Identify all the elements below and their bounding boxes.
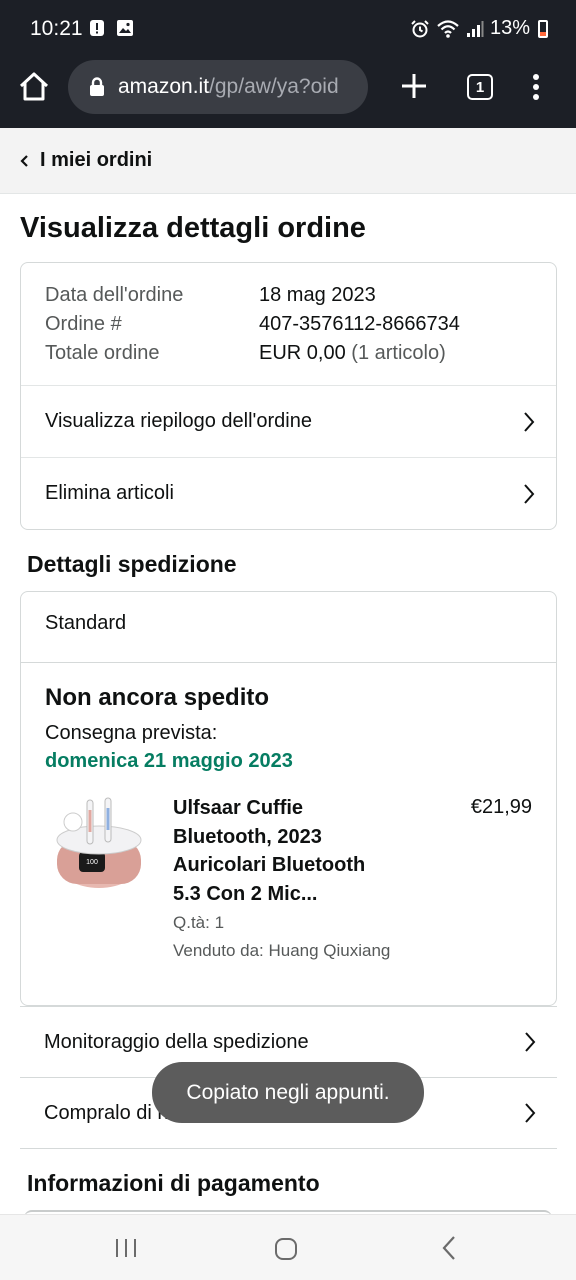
view-order-summary-link[interactable]: Visualizza riepilogo dell'ordine: [21, 385, 556, 457]
status-right: 13%: [410, 17, 548, 40]
order-info: Data dell'ordine 18 mag 2023 Ordine # 40…: [45, 283, 460, 366]
image-notification-icon: [117, 20, 133, 36]
product-quantity: Q.tà: 1: [173, 913, 225, 932]
browser-toolbar: amazon.it/gp/aw/ya?oid 1: [0, 58, 576, 120]
url-host: amazon.it: [118, 75, 210, 98]
battery-icon: [538, 19, 548, 38]
page-title: Visualizza dettagli ordine: [20, 212, 366, 244]
order-number-label: Ordine #: [45, 313, 122, 335]
view-order-summary-label: Visualizza riepilogo dell'ordine: [45, 410, 312, 432]
order-date-label: Data dell'ordine: [45, 284, 184, 306]
divider: [20, 1148, 557, 1149]
copied-toast: Copiato negli appunti.: [152, 1062, 424, 1123]
home-button[interactable]: [17, 70, 51, 104]
order-item-count: (1 articolo): [351, 342, 446, 364]
order-total-value: EUR 0,00 (1 articolo): [259, 341, 460, 366]
remove-items-label: Elimina articoli: [45, 482, 174, 504]
product-seller: Venduto da: Huang Qiuxiang: [173, 941, 391, 960]
remove-items-link[interactable]: Elimina articoli: [21, 457, 556, 529]
order-total: EUR 0,00: [259, 342, 346, 364]
delivery-estimate-date: domenica 21 maggio 2023: [45, 750, 293, 772]
chevron-left-icon: [20, 154, 28, 167]
divider: [21, 662, 556, 663]
shipping-method: Standard: [45, 612, 127, 634]
product-price: €21,99: [470, 796, 532, 818]
browser-menu-button[interactable]: [526, 72, 546, 102]
delivery-estimate-label: Consegna prevista:: [45, 722, 218, 744]
back-to-orders-link[interactable]: I miei ordini: [0, 128, 576, 194]
svg-text:100: 100: [86, 859, 98, 866]
lock-icon: [90, 77, 104, 96]
notification-icons: [88, 19, 134, 37]
battery-percent: 13%: [489, 17, 530, 39]
order-date: 18 mag 2023: [259, 284, 376, 306]
chevron-right-icon: [524, 483, 535, 504]
back-label: I miei ordini: [40, 149, 153, 171]
status-bar: 10:21 13%: [0, 0, 576, 58]
alert-notification-icon: [90, 20, 104, 36]
system-nav-bar: [0, 1214, 576, 1280]
url-path: /gp/aw/ya?oid: [209, 75, 339, 98]
chevron-right-icon: [525, 1032, 536, 1052]
order-number: 407-3576112-8666734: [259, 313, 460, 335]
order-summary-card: Data dell'ordine 18 mag 2023 Ordine # 40…: [20, 262, 557, 530]
earbuds-product-image[interactable]: 100: [49, 792, 149, 902]
track-package-label: Monitoraggio della spedizione: [44, 1030, 309, 1053]
new-tab-button[interactable]: [400, 72, 428, 100]
tab-switcher-button[interactable]: 1: [467, 74, 493, 100]
url-bar[interactable]: amazon.it/gp/aw/ya?oid: [68, 60, 368, 114]
browser-chrome: 10:21 13% amazon.it/gp/aw/ya?oid 1: [0, 0, 576, 128]
chevron-right-icon: [525, 1103, 536, 1123]
wifi-icon: [437, 19, 459, 38]
shipping-details-title: Dettagli spedizione: [27, 551, 237, 577]
chevron-right-icon: [524, 411, 535, 432]
product-title-link[interactable]: Ulfsaar Cuffie Bluetooth, 2023 Auricolar…: [173, 794, 393, 908]
recent-apps-button[interactable]: [114, 1237, 138, 1259]
order-total-label: Totale ordine: [45, 342, 160, 364]
home-nav-button[interactable]: [274, 1237, 298, 1261]
status-time: 10:21: [30, 17, 83, 40]
shipment-status: Non ancora spedito: [45, 684, 270, 711]
shipment-card: Standard Non ancora spedito Consegna pre…: [20, 591, 557, 1006]
alarm-icon: [411, 19, 429, 37]
payment-info-title: Informazioni di pagamento: [27, 1170, 320, 1196]
signal-icon: [466, 20, 484, 37]
back-nav-button[interactable]: [440, 1235, 458, 1261]
